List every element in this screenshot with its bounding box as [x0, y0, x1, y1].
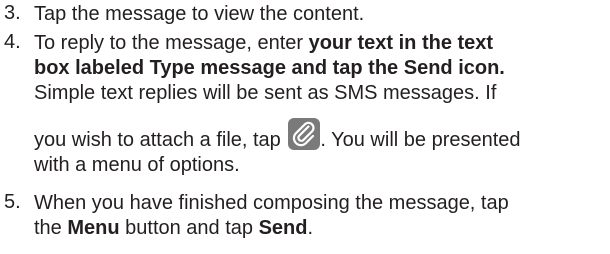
step-text-line: with a menu of options.: [34, 154, 240, 176]
menu-button-label: Menu: [67, 217, 120, 239]
step-number: 4.: [4, 31, 21, 53]
step-5: 5. When you have finished composing the …: [0, 191, 610, 241]
step-text-line: When you have finished composing the mes…: [34, 192, 509, 214]
step-number: 3.: [4, 2, 21, 24]
paperclip-icon: [288, 118, 321, 150]
step-text: Tap the message to view the content.: [34, 3, 365, 25]
send-label: Send: [258, 217, 308, 239]
step-text-line: To reply to the message, enter your text…: [34, 32, 494, 54]
step-text-line: Simple text replies will be sent as SMS …: [34, 82, 497, 104]
step-3: 3. Tap the message to view the content.: [0, 2, 610, 27]
step-number: 5.: [4, 191, 21, 213]
step-text-line: the Menu button and tap Send.: [34, 217, 314, 239]
bold-text: your text in the text: [308, 32, 494, 54]
bold-text: box labeled Type message and tap the Sen…: [34, 57, 505, 79]
step-text-line: you wish to attach a file, tap . You wil…: [34, 118, 610, 153]
step-4: 4. To reply to the message, enter your t…: [0, 31, 610, 178]
step-text-line: box labeled Type message and tap the Sen…: [34, 56, 610, 81]
